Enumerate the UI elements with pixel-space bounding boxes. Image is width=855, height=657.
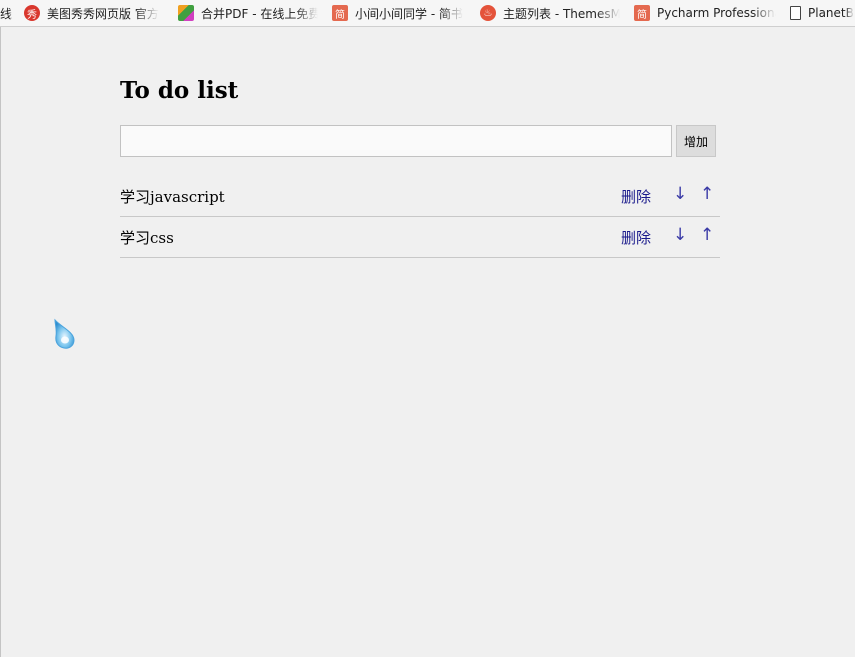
bookmark-label: 主题列表 - ThemesM [503, 6, 620, 21]
flame-icon: ♨ [480, 5, 496, 21]
bookmark-item[interactable]: 线 [0, 0, 14, 26]
delete-link[interactable]: 删除 [621, 186, 651, 207]
add-button[interactable]: 增加 [676, 125, 716, 157]
water-drop-cursor-icon [54, 318, 75, 349]
bookmark-label: PlanetB [808, 6, 854, 20]
window-edge [0, 27, 1, 657]
move-up-icon[interactable]: ↑ [700, 184, 714, 204]
meitu-icon: 秀 [24, 5, 40, 21]
bookmark-label: 美图秀秀网页版 官方 [47, 6, 159, 21]
bookmark-item-jianshu[interactable]: 简 小间小间同学 - 简书 [332, 0, 468, 26]
move-down-icon[interactable]: ↓ [673, 184, 687, 204]
bookmark-item-meitu[interactable]: 秀 美图秀秀网页版 官方 [24, 0, 164, 26]
jianshu-icon: 简 [634, 5, 650, 21]
bookmark-label: 合并PDF - 在线上免费 [201, 6, 318, 21]
pdf-merge-icon [178, 5, 194, 21]
bookmark-label: 线 [0, 6, 13, 21]
bookmark-label: 小间小间同学 - 简书 [355, 6, 463, 21]
bookmark-item-themes[interactable]: ♨ 主题列表 - ThemesM [480, 0, 620, 26]
bookmark-label: Pycharm Professional [657, 6, 776, 20]
bookmark-item-pdf[interactable]: 合并PDF - 在线上免费 [178, 0, 318, 26]
todo-text: 学习css [120, 229, 174, 247]
add-todo-form: 增加 [120, 125, 720, 157]
bookmarks-bar: 线 秀 美图秀秀网页版 官方 合并PDF - 在线上免费 简 小间小间同学 - … [0, 0, 855, 27]
move-up-icon[interactable]: ↑ [700, 225, 714, 245]
bookmark-item-planetb[interactable]: PlanetB [790, 0, 855, 26]
todo-item: 学习css 删除 ↓ ↑ [120, 217, 720, 258]
page-title: To do list [120, 77, 239, 104]
todo-app: To do list 增加 学习javascript 删除 ↓ ↑ 学习css … [120, 76, 720, 258]
jianshu-icon: 简 [332, 5, 348, 21]
page-icon [790, 6, 801, 20]
todo-list: 学习javascript 删除 ↓ ↑ 学习css 删除 ↓ ↑ [120, 176, 720, 258]
todo-text: 学习javascript [120, 188, 225, 206]
todo-input[interactable] [120, 125, 672, 157]
todo-item: 学习javascript 删除 ↓ ↑ [120, 176, 720, 217]
delete-link[interactable]: 删除 [621, 227, 651, 248]
bookmark-item-pycharm[interactable]: 简 Pycharm Professional [634, 0, 776, 26]
move-down-icon[interactable]: ↓ [673, 225, 687, 245]
